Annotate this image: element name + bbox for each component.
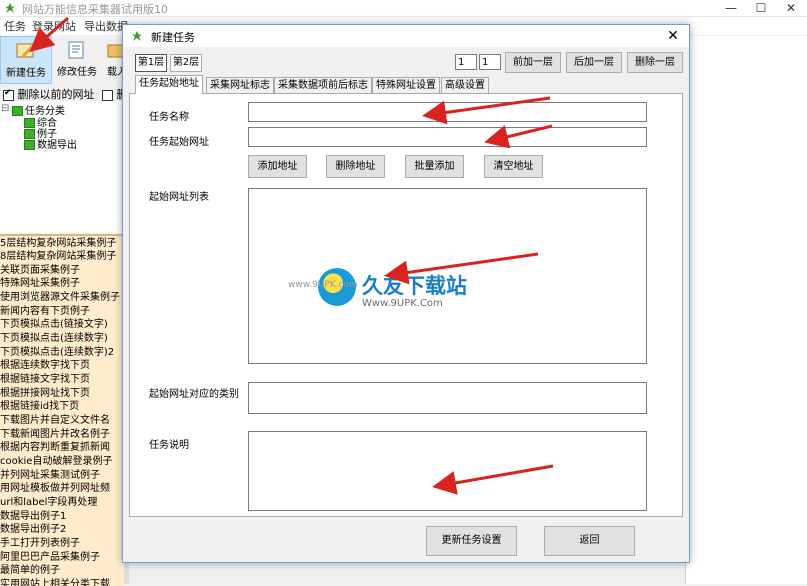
watermark-url: Www.9UPK.Com	[362, 298, 443, 309]
tree-collapse-icon[interactable]: ⊟	[1, 103, 9, 114]
start-url-label: 任务起始网址	[149, 137, 209, 148]
new-task-tool-button[interactable]: 新建任务	[0, 36, 52, 84]
menu-login-site[interactable]: 登录网站	[32, 18, 76, 34]
dialog-title: 新建任务	[151, 31, 195, 44]
main-toolbar: 新建任务 修改任务 载入	[0, 36, 130, 84]
maximize-button[interactable]: ☐	[746, 0, 776, 16]
options-row: 删除以前的网址 删	[0, 86, 130, 102]
list-item[interactable]: 下页模拟点击(链接文字)	[0, 318, 108, 331]
tab-data-item-marker[interactable]: 采集数据项前后标志	[274, 77, 372, 93]
update-task-settings-button[interactable]: 更新任务设置	[426, 526, 517, 556]
list-item[interactable]: 实用网站上相关分类下载	[0, 578, 110, 586]
delete-previous-label: 删除以前的网址	[17, 88, 95, 101]
category-field[interactable]	[248, 382, 647, 414]
tab-collect-url-marker[interactable]: 采集网址标志	[206, 77, 274, 93]
list-item[interactable]: 下页模拟点击(连续数字)2	[0, 346, 114, 359]
main-title-bar: 网站万能信息采集器试用版10 — ☐ ✕	[0, 0, 807, 17]
list-item[interactable]: 数据导出例子1	[0, 510, 66, 523]
edit-task-tool-button[interactable]: 修改任务	[52, 36, 102, 82]
content-area	[685, 36, 807, 584]
task-name-field[interactable]	[248, 102, 647, 122]
tab-advanced[interactable]: 高级设置	[441, 77, 489, 93]
add-layer-after-button[interactable]: 后加一层	[566, 52, 622, 73]
menu-task[interactable]: 任务	[4, 18, 26, 34]
start-url-field[interactable]	[248, 127, 647, 147]
list-item[interactable]: cookie自动破解登录例子	[0, 455, 112, 468]
list-item[interactable]: 下页模拟点击(连续数字)	[0, 332, 108, 345]
list-item[interactable]: url和label字段再处理	[0, 496, 97, 509]
list-item[interactable]: 根据连续数字找下页	[0, 359, 90, 372]
watermark-name: 久友下载站	[362, 274, 467, 298]
list-item[interactable]: 下载新闻图片并改名例子	[0, 428, 110, 441]
edit-task-label: 修改任务	[57, 67, 97, 78]
list-item[interactable]: 阿里巴巴产品采集例子	[0, 551, 100, 564]
add-url-button[interactable]: 添加地址	[248, 155, 307, 178]
list-item[interactable]: 关联页面采集例子	[0, 264, 80, 277]
layer-spin-2[interactable]: 1	[479, 54, 501, 70]
list-item[interactable]: 使用浏览器源文件采集例子	[0, 291, 120, 304]
category-tree: ⊟ 任务分类 综合 例子 数据导出	[0, 101, 124, 233]
close-button[interactable]: ✕	[776, 0, 806, 16]
list-item[interactable]: 特殊网址采集例子	[0, 277, 80, 290]
folder-icon	[24, 140, 35, 150]
edit-task-icon	[68, 41, 84, 59]
batch-add-button[interactable]: 批量添加	[405, 155, 464, 178]
layer-1-button[interactable]: 第1层	[135, 54, 167, 72]
list-item[interactable]: 用网址模板做并列网址频	[0, 482, 110, 495]
tree-item-export[interactable]: 数据导出	[24, 136, 77, 151]
delete-layer-button[interactable]: 删除一层	[627, 52, 683, 73]
layer-2-button[interactable]: 第2层	[170, 54, 202, 72]
new-task-label: 新建任务	[6, 68, 46, 79]
list-item[interactable]: 下载图片并自定义文件名	[0, 414, 110, 427]
list-item[interactable]: 8层结构复杂网站采集例子	[0, 250, 116, 263]
dialog-close-button[interactable]: ✕	[663, 27, 683, 45]
tab-start-url[interactable]: 任务起始地址	[135, 75, 203, 94]
description-label: 任务说明	[149, 440, 189, 451]
return-button[interactable]: 返回	[544, 526, 635, 556]
list-item[interactable]: 并列网址采集测试例子	[0, 469, 100, 482]
layer-spin-1[interactable]: 1	[455, 54, 477, 70]
dialog-title-bar: 新建任务 ✕	[123, 25, 689, 47]
list-item[interactable]: 手工打开列表例子	[0, 537, 80, 550]
url-list-label: 起始网址列表	[149, 192, 209, 203]
delete-previous-checkbox[interactable]: 删除以前的网址	[3, 86, 95, 102]
task-name-label: 任务名称	[149, 112, 189, 123]
watermark-url-small: www.9UPK.com	[288, 280, 358, 290]
list-item[interactable]: 根据内容判断重复抓新闻	[0, 441, 110, 454]
main-window-title: 网站万能信息采集器试用版10	[22, 3, 168, 16]
description-field[interactable]	[248, 431, 647, 511]
list-item[interactable]: 根据拼接网址找下页	[0, 387, 90, 400]
list-item[interactable]: 最简单的例子	[0, 564, 60, 577]
folder-icon	[12, 106, 23, 116]
add-layer-before-button[interactable]: 前加一层	[505, 52, 561, 73]
tab-special-url[interactable]: 特殊网址设置	[372, 77, 440, 93]
delete-url-button[interactable]: 删除地址	[326, 155, 385, 178]
app-leaf-icon	[5, 3, 15, 13]
watermark: 久友下载站 Www.9UPK.Com www.9UPK.com	[288, 268, 498, 323]
list-item[interactable]: 新闻内容有下页例子	[0, 305, 90, 318]
category-label: 起始网址对应的类别	[149, 389, 239, 400]
minimize-button[interactable]: —	[716, 0, 746, 16]
list-item[interactable]: 根据链接id找下页	[0, 400, 79, 413]
new-task-icon	[16, 43, 36, 58]
app-leaf-icon	[132, 31, 142, 41]
list-item[interactable]: 根据链接文字找下页	[0, 373, 90, 386]
clear-url-button[interactable]: 清空地址	[484, 155, 543, 178]
list-item[interactable]: 5层结构复杂网站采集例子	[0, 237, 116, 250]
task-list: 5层结构复杂网站采集例子 8层结构复杂网站采集例子 关联页面采集例子 特殊网址采…	[0, 234, 124, 586]
list-item[interactable]: 数据导出例子2	[0, 523, 66, 536]
